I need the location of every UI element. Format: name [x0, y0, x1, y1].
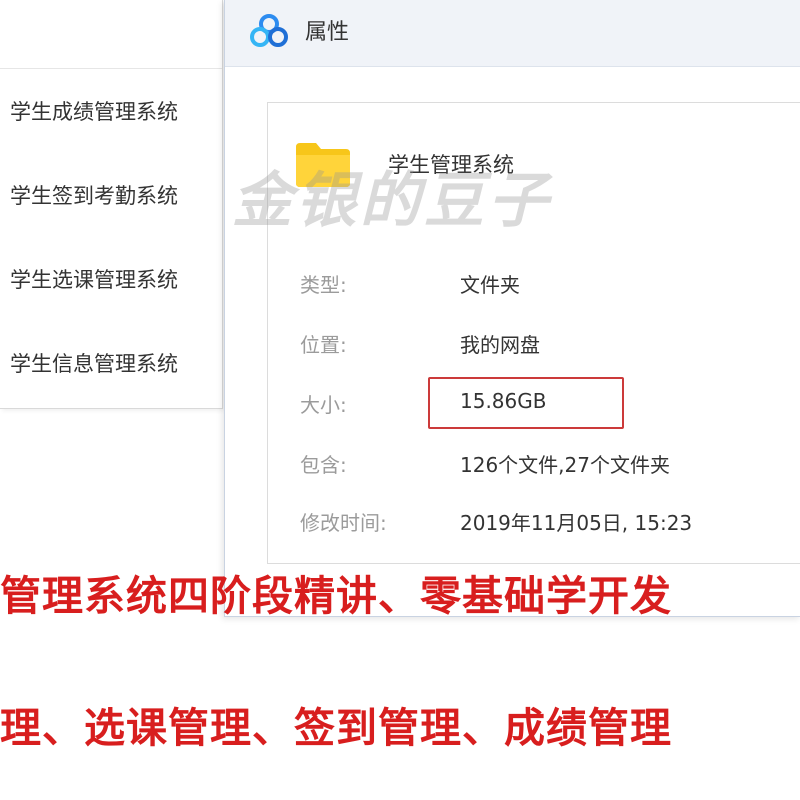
modified-time-label: 修改时间: [300, 511, 387, 535]
watermark: 金银的豆子 [232, 166, 552, 236]
left-file-list: 学生成绩管理系统 学生签到考勤系统 学生选课管理系统 学生信息管理系统 [0, 0, 223, 409]
list-item[interactable]: 学生签到考勤系统 [10, 180, 178, 210]
location-label: 位置: [300, 333, 347, 357]
location-value: 我的网盘 [460, 333, 540, 357]
properties-dialog: 属性 学生管理系统 类型: 文件夹 位置: 我的网盘 大小: 15.86GB 包… [224, 0, 800, 617]
promo-text-line-1: 管理系统四阶段精讲、零基础学开发 [0, 572, 672, 620]
list-item[interactable]: 学生选课管理系统 [10, 264, 178, 294]
promo-text-line-2: 理、选课管理、签到管理、成绩管理 [0, 704, 672, 752]
type-label: 类型: [300, 273, 347, 297]
size-label: 大小: [300, 393, 347, 417]
divider [0, 68, 222, 69]
size-value: 15.86GB [460, 389, 547, 413]
contains-value: 126个文件,27个文件夹 [460, 453, 670, 477]
list-item[interactable]: 学生成绩管理系统 [10, 96, 178, 126]
modified-time-value: 2019年11月05日, 15:23 [460, 511, 693, 535]
dialog-titlebar[interactable]: 属性 [225, 0, 800, 67]
contains-label: 包含: [300, 453, 347, 477]
dialog-title: 属性 [305, 20, 350, 45]
list-item[interactable]: 学生信息管理系统 [10, 348, 178, 378]
type-value: 文件夹 [460, 273, 520, 297]
baidu-cloud-icon [250, 14, 288, 47]
